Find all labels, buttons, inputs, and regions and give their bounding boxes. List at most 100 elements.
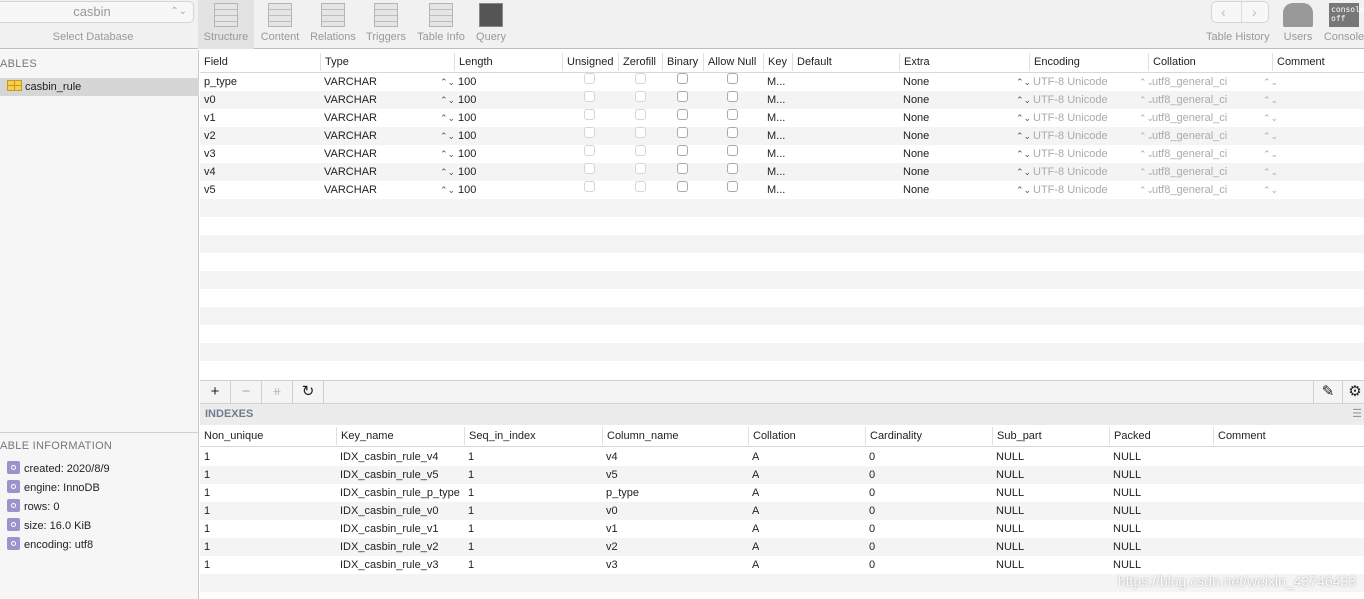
column-header-column_name[interactable]: Column_name: [602, 427, 679, 445]
column-header-key_name[interactable]: Key_name: [336, 427, 394, 445]
length-cell[interactable]: 100: [454, 163, 476, 181]
extra-select[interactable]: None: [899, 181, 929, 199]
index-cell-column_name[interactable]: v0: [602, 502, 618, 520]
collation-select[interactable]: utf8_general_ci: [1148, 91, 1227, 109]
column-header-unsigned[interactable]: Unsigned: [562, 53, 613, 71]
index-cell-cardinality[interactable]: 0: [865, 556, 875, 574]
allow-null-checkbox[interactable]: [727, 127, 738, 138]
index-cell-non_unique[interactable]: 1: [200, 448, 210, 466]
index-cell-cardinality[interactable]: 0: [865, 538, 875, 556]
index-cell-packed[interactable]: NULL: [1109, 556, 1141, 574]
index-cell-packed[interactable]: NULL: [1109, 484, 1141, 502]
index-cell-collation[interactable]: A: [748, 466, 759, 484]
unsigned-checkbox[interactable]: [584, 109, 595, 120]
key-cell[interactable]: M...: [763, 73, 785, 91]
column-header-binary[interactable]: Binary: [662, 53, 698, 71]
index-cell-seq_in_index[interactable]: 1: [464, 448, 474, 466]
field-cell[interactable]: v3: [200, 145, 216, 163]
type-select[interactable]: VARCHAR: [320, 127, 377, 145]
length-cell[interactable]: 100: [454, 73, 476, 91]
type-select[interactable]: VARCHAR: [320, 181, 377, 199]
index-cell-key_name[interactable]: IDX_casbin_rule_v4: [336, 448, 438, 466]
length-cell[interactable]: 100: [454, 109, 476, 127]
field-cell[interactable]: v1: [200, 109, 216, 127]
index-cell-non_unique[interactable]: 1: [200, 466, 210, 484]
index-cell-cardinality[interactable]: 0: [865, 502, 875, 520]
console-button[interactable]: console off Console: [1322, 0, 1364, 49]
index-cell-key_name[interactable]: IDX_casbin_rule_p_type: [336, 484, 460, 502]
index-cell-non_unique[interactable]: 1: [200, 502, 210, 520]
collation-select[interactable]: utf8_general_ci: [1148, 73, 1227, 91]
zerofill-checkbox[interactable]: [635, 91, 646, 102]
column-header-default[interactable]: Default: [792, 53, 832, 71]
index-cell-column_name[interactable]: v4: [602, 448, 618, 466]
zerofill-checkbox[interactable]: [635, 145, 646, 156]
index-cell-sub_part[interactable]: NULL: [992, 466, 1024, 484]
extra-select[interactable]: None: [899, 91, 929, 109]
index-cell-collation[interactable]: A: [748, 484, 759, 502]
unsigned-checkbox[interactable]: [584, 181, 595, 192]
extra-select[interactable]: None: [899, 73, 929, 91]
encoding-select[interactable]: UTF-8 Unicode: [1029, 109, 1108, 127]
tab-query[interactable]: Query: [472, 0, 510, 49]
chevron-updown-icon[interactable]: ⌃⌄: [436, 163, 455, 181]
menu-icon[interactable]: ☰: [1352, 404, 1362, 424]
remove-field-button[interactable]: −: [231, 381, 262, 404]
column-header-zerofill[interactable]: Zerofill: [618, 53, 656, 71]
unsigned-checkbox[interactable]: [584, 73, 595, 84]
key-cell[interactable]: M...: [763, 145, 785, 163]
collation-select[interactable]: utf8_general_ci: [1148, 109, 1227, 127]
unsigned-checkbox[interactable]: [584, 163, 595, 174]
type-select[interactable]: VARCHAR: [320, 145, 377, 163]
index-cell-column_name[interactable]: p_type: [602, 484, 639, 502]
index-cell-column_name[interactable]: v2: [602, 538, 618, 556]
field-cell[interactable]: v2: [200, 127, 216, 145]
index-cell-cardinality[interactable]: 0: [865, 484, 875, 502]
index-cell-packed[interactable]: NULL: [1109, 538, 1141, 556]
index-cell-sub_part[interactable]: NULL: [992, 448, 1024, 466]
binary-checkbox[interactable]: [677, 73, 688, 84]
index-cell-non_unique[interactable]: 1: [200, 520, 210, 538]
type-select[interactable]: VARCHAR: [320, 91, 377, 109]
chevron-updown-icon[interactable]: ⌃⌄: [1259, 127, 1278, 145]
index-cell-seq_in_index[interactable]: 1: [464, 520, 474, 538]
column-header-type[interactable]: Type: [320, 53, 349, 71]
field-cell[interactable]: v0: [200, 91, 216, 109]
sidebar-item-casbin-rule[interactable]: casbin_rule: [0, 78, 199, 96]
chevron-updown-icon[interactable]: ⌃⌄: [1259, 145, 1278, 163]
extra-select[interactable]: None: [899, 109, 929, 127]
unsigned-checkbox[interactable]: [584, 145, 595, 156]
zerofill-checkbox[interactable]: [635, 73, 646, 84]
collation-select[interactable]: utf8_general_ci: [1148, 127, 1227, 145]
field-cell[interactable]: p_type: [200, 73, 237, 91]
encoding-select[interactable]: UTF-8 Unicode: [1029, 73, 1108, 91]
chevron-updown-icon[interactable]: ⌃⌄: [1259, 163, 1278, 181]
add-field-button[interactable]: +: [200, 381, 231, 404]
index-cell-key_name[interactable]: IDX_casbin_rule_v0: [336, 502, 438, 520]
back-arrow-icon[interactable]: ‹: [1221, 2, 1226, 22]
index-cell-seq_in_index[interactable]: 1: [464, 538, 474, 556]
field-cell[interactable]: v5: [200, 181, 216, 199]
unsigned-checkbox[interactable]: [584, 91, 595, 102]
collation-select[interactable]: utf8_general_ci: [1148, 145, 1227, 163]
length-cell[interactable]: 100: [454, 91, 476, 109]
length-cell[interactable]: 100: [454, 145, 476, 163]
collation-select[interactable]: utf8_general_ci: [1148, 163, 1227, 181]
binary-checkbox[interactable]: [677, 145, 688, 156]
zerofill-checkbox[interactable]: [635, 163, 646, 174]
allow-null-checkbox[interactable]: [727, 109, 738, 120]
unsigned-checkbox[interactable]: [584, 127, 595, 138]
index-cell-packed[interactable]: NULL: [1109, 502, 1141, 520]
collation-select[interactable]: utf8_general_ci: [1148, 181, 1227, 199]
index-cell-collation[interactable]: A: [748, 502, 759, 520]
zerofill-checkbox[interactable]: [635, 181, 646, 192]
index-cell-collation[interactable]: A: [748, 538, 759, 556]
index-cell-sub_part[interactable]: NULL: [992, 520, 1024, 538]
index-cell-collation[interactable]: A: [748, 556, 759, 574]
chevron-updown-icon[interactable]: ⌃⌄: [1259, 73, 1278, 91]
column-header-sub_part[interactable]: Sub_part: [992, 427, 1042, 445]
index-cell-non_unique[interactable]: 1: [200, 484, 210, 502]
index-cell-packed[interactable]: NULL: [1109, 466, 1141, 484]
column-header-seq_in_index[interactable]: Seq_in_index: [464, 427, 536, 445]
chevron-updown-icon[interactable]: ⌃⌄: [436, 73, 455, 91]
